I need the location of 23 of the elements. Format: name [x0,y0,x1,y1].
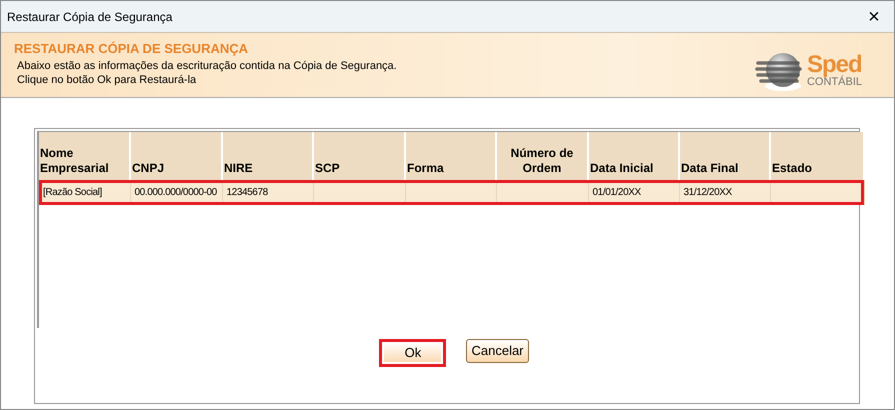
close-button[interactable]: × [854,2,894,32]
column-header[interactable]: Número de Ordem [496,132,588,180]
table-cell: 31/12/20XX [679,180,770,205]
column-header[interactable]: Forma [405,132,496,180]
table-cell: 01/01/20XX [588,180,679,205]
column-header[interactable]: NIRE [222,132,313,180]
header-title: RESTAURAR CÓPIA DE SEGURANÇA [14,40,250,58]
column-header[interactable]: Nome Empresarial [39,132,130,180]
dialog-button[interactable]: Cancelar [466,339,529,363]
table-cell: 00.000.000/0000-00 [130,180,222,205]
instruction-text: Clique no botão Ok para Restaurá-la [16,72,198,86]
table-cell: 12345678 [222,180,313,205]
column-header[interactable]: SCP [313,132,405,180]
dialog-button[interactable]: Ok [379,339,446,367]
column-header[interactable]: CNPJ [130,132,222,180]
window-title: Restaurar Cópia de Segurança [7,8,172,26]
table-cell: [Razão Social] [39,180,130,205]
column-header[interactable]: Data Inicial [588,132,679,180]
table-row[interactable]: [Razão Social] 00.000.000/0000-00 12345678 01/01/20XX 31/12/20XX [39,180,864,205]
column-header[interactable]: Estado [770,132,864,180]
sped-logo: Sped CONTÁBIL [754,45,862,97]
instruction-text: Abaixo estão as informações da escrituração contida na Cópia de Segurança. [16,58,397,72]
column-header[interactable]: Data Final [679,132,770,180]
